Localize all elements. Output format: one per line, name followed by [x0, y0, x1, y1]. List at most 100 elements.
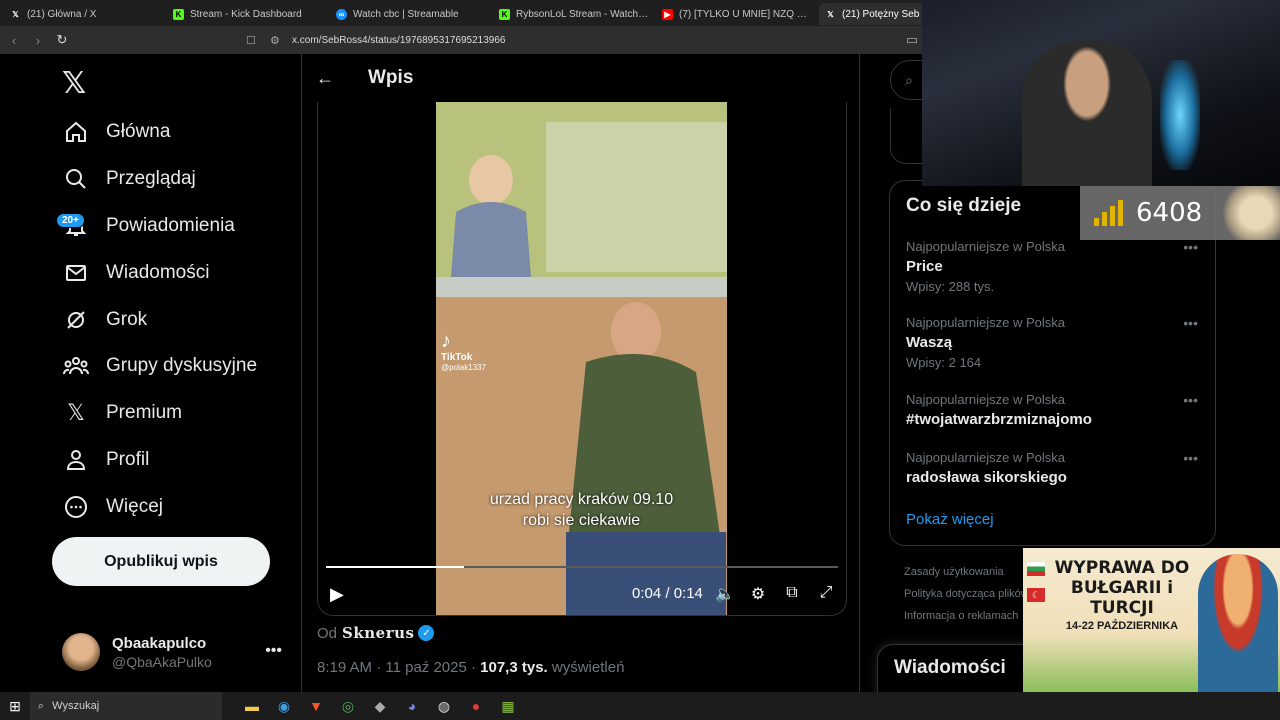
- tiktok-label: TikTok: [441, 352, 473, 363]
- trend-item[interactable]: Najpopularniejsze w Polska Waszą Wpisy: …: [906, 315, 1206, 370]
- pet-image: [1220, 186, 1280, 240]
- game-icon[interactable]: ●: [460, 692, 492, 720]
- video-progress-fill: [326, 566, 465, 568]
- taskbar-search[interactable]: ⌕ Wyszukaj: [30, 692, 222, 720]
- avatar: [62, 633, 100, 671]
- windows-start-icon[interactable]: ⊞: [0, 698, 30, 715]
- picture-in-picture-icon[interactable]: ⧉: [782, 584, 802, 602]
- volume-icon[interactable]: 🔈: [715, 584, 735, 604]
- fullscreen-icon[interactable]: ⤢: [816, 584, 836, 602]
- bookmark-icon[interactable]: ☐: [246, 34, 264, 47]
- footer-link[interactable]: Polityka dotycząca plików: [904, 588, 1029, 600]
- post-timestamp[interactable]: 8:19 AM · 11 paź 2025 ·: [317, 659, 480, 676]
- obs-icon[interactable]: ◍: [428, 692, 460, 720]
- sidebar-item-label: Przeglądaj: [106, 168, 196, 189]
- sidebar-item-more[interactable]: Więcej: [60, 485, 163, 529]
- left-sidebar: 𝕏 Główna Przeglądaj 20+ Powiadomienia Wi…: [0, 54, 302, 692]
- edge-icon[interactable]: ◉: [268, 692, 300, 720]
- post-header: ← Wpis: [302, 54, 859, 102]
- trend-item[interactable]: Najpopularniejsze w Polska #twojatwarzbr…: [906, 392, 1206, 428]
- screen-icon[interactable]: ▭: [902, 30, 922, 50]
- discord-icon[interactable]: ◕: [396, 692, 428, 720]
- sidebar-item-label: Profil: [106, 449, 150, 470]
- forward-arrow-icon[interactable]: ›: [28, 30, 48, 50]
- mail-icon: [60, 259, 92, 287]
- sidebar-item-label: Grupy dyskusyjne: [106, 355, 258, 376]
- home-icon: [60, 118, 92, 146]
- show-more-link[interactable]: Pokaż więcej: [906, 511, 994, 528]
- sidebar-item-label: Premium: [106, 402, 183, 423]
- sidebar-item-notifications[interactable]: 20+ Powiadomienia: [56, 204, 235, 248]
- more-dots-icon[interactable]: •••: [1183, 315, 1198, 331]
- webcam-overlay: [922, 0, 1280, 186]
- x-icon: 𝕏: [67, 400, 85, 426]
- tab-title: Watch cbc | Streamable: [353, 8, 459, 20]
- kick-icon: K: [499, 8, 510, 20]
- sidebar-item-label: Wiadomości: [106, 262, 210, 283]
- signal-bars-icon: [1094, 200, 1126, 226]
- verified-badge-icon: ✓: [418, 625, 435, 641]
- account-switcher[interactable]: Qbaakapulco @QbaAkaPulko •••: [62, 632, 292, 672]
- search-icon: [60, 165, 92, 193]
- sidebar-item-messages[interactable]: Wiadomości: [60, 251, 209, 295]
- more-dots-icon[interactable]: •••: [1183, 392, 1198, 408]
- person-icon: [60, 446, 92, 474]
- caption-line: robi sie ciekawie: [522, 512, 641, 529]
- sidebar-item-premium[interactable]: 𝕏 Premium: [60, 391, 182, 435]
- app-icon[interactable]: ◆: [364, 692, 396, 720]
- account-name: Qbaakapulco: [112, 634, 207, 652]
- publish-button[interactable]: Opublikuj wpis: [52, 537, 270, 586]
- browser-tab[interactable]: K RybsonLoL Stream - Watch Live on K: [493, 3, 656, 25]
- video-player[interactable]: ♪ TikTok @polak1337 urzad pracy kraków 0…: [317, 102, 847, 616]
- browser-tab[interactable]: K Stream - Kick Dashboard: [167, 3, 330, 25]
- brave-icon[interactable]: ▼: [300, 692, 332, 720]
- promo-dates: 14-22 PAŹDZIERNIKA: [1065, 620, 1179, 632]
- trend-item[interactable]: Najpopularniejsze w Polska Price Wpisy: …: [906, 239, 1206, 294]
- reload-icon[interactable]: ↻: [52, 30, 72, 50]
- browser-tab[interactable]: ∞ Watch cbc | Streamable: [330, 3, 493, 25]
- footer-link[interactable]: Informacja o reklamach: [904, 610, 1018, 622]
- sidebar-item-grok[interactable]: Grok: [60, 298, 147, 342]
- promo-banner: ☾ WYPRAWA DO BUŁGARII i TURCJI 14-22 PAŹ…: [1023, 548, 1280, 692]
- footer-link[interactable]: Zasady użytkowania: [904, 566, 1004, 578]
- site-settings-icon[interactable]: ⚙: [270, 34, 292, 47]
- file-explorer-icon[interactable]: ▬: [236, 692, 268, 720]
- browser-tab[interactable]: 𝕏 (21) Główna / X: [4, 3, 167, 25]
- address-bar[interactable]: ☐ ⚙ x.com/SebRoss4/status/19768953176952…: [246, 30, 926, 50]
- app-icon[interactable]: ▦: [492, 692, 524, 720]
- tiktok-logo-icon: ♪: [441, 330, 451, 352]
- promo-illustration: [1198, 554, 1278, 692]
- search-icon: ⌕: [38, 699, 45, 712]
- video-frame[interactable]: ♪ TikTok @polak1337 urzad pracy kraków 0…: [436, 102, 727, 615]
- sidebar-item-communities[interactable]: Grupy dyskusyjne: [60, 344, 257, 388]
- more-dots-icon[interactable]: •••: [265, 642, 282, 660]
- x-logo-icon[interactable]: 𝕏: [62, 66, 86, 101]
- more-dots-icon[interactable]: •••: [1183, 450, 1198, 466]
- streamer: [1022, 40, 1152, 186]
- chrome-icon[interactable]: ◎: [332, 692, 364, 720]
- view-suffix: wyświetleń: [547, 659, 625, 676]
- grok-icon: [60, 306, 92, 334]
- windows-taskbar: ⊞ ⌕ Wyszukaj ▬ ◉ ▼ ◎ ◆ ◕ ◍ ● ▦: [0, 692, 1280, 720]
- trend-name: Waszą: [906, 334, 953, 351]
- source-author-link[interactable]: Sknerus: [342, 624, 414, 642]
- messages-title: Wiadomości: [894, 657, 1006, 678]
- trend-category: Najpopularniejsze w Polska: [906, 239, 1065, 254]
- sidebar-item-label: Główna: [106, 121, 171, 142]
- back-arrow-icon[interactable]: ←: [316, 68, 356, 89]
- sidebar-item-profile[interactable]: Profil: [60, 438, 149, 482]
- more-dots-icon[interactable]: •••: [1183, 239, 1198, 255]
- sidebar-item-label: Więcej: [106, 496, 164, 517]
- settings-gear-icon[interactable]: ⚙: [748, 584, 768, 604]
- play-icon[interactable]: ▶: [330, 584, 344, 605]
- sidebar-item-home[interactable]: Główna: [60, 110, 170, 154]
- caption-line: urzad pracy kraków 09.10: [489, 491, 674, 508]
- browser-tab[interactable]: ▶ (7) [TYLKO U MNIE] NZQ WYZNAJE P: [656, 3, 819, 25]
- viewer-count: 6408: [1136, 198, 1203, 228]
- video-progress-bar[interactable]: [326, 566, 838, 568]
- trend-item[interactable]: Najpopularniejsze w Polska radosława sik…: [906, 450, 1206, 486]
- post-meta: 8:19 AM · 11 paź 2025 · 107,3 tys. wyświ…: [317, 659, 624, 676]
- back-arrow-icon[interactable]: ‹: [4, 30, 24, 50]
- tab-title: RybsonLoL Stream - Watch Live on K: [516, 8, 650, 20]
- sidebar-item-explore[interactable]: Przeglądaj: [60, 157, 196, 201]
